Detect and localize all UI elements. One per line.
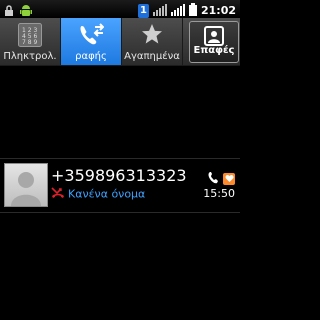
svg-text:7 8 9: 7 8 9 <box>22 39 37 46</box>
list-divider <box>0 158 240 159</box>
caller-number: +359896313323 <box>51 166 187 185</box>
contacts-button[interactable]: Επαφές <box>189 21 239 63</box>
tab-call-log-label: ραφής <box>75 51 107 62</box>
call-log-icon <box>78 23 105 51</box>
entry-actions <box>208 169 235 188</box>
message-icon[interactable] <box>223 172 235 185</box>
tab-contacts[interactable]: Επαφές <box>183 18 240 65</box>
star-icon <box>141 23 163 49</box>
call-time: 15:50 <box>203 187 235 200</box>
missed-call-icon <box>51 187 65 202</box>
tab-bar: 1 2 3 4 5 6 7 8 9 Πληκτρολ. ραφής Αγαπημ… <box>0 18 240 66</box>
avatar[interactable] <box>4 163 48 207</box>
status-bar: 1 21:02 <box>0 0 240 18</box>
caller-name-line: Κανένα όνομα <box>51 187 145 202</box>
tab-contacts-label: Επαφές <box>193 45 235 56</box>
clock: 21:02 <box>200 4 236 17</box>
tab-call-log[interactable]: ραφής <box>61 18 121 65</box>
phone-icon[interactable] <box>208 169 219 188</box>
tab-keypad-label: Πληκτρολ. <box>3 51 57 62</box>
list-divider <box>0 212 240 213</box>
default-contact-icon <box>11 172 41 206</box>
caller-name: Κανένα όνομα <box>68 187 146 201</box>
keypad-icon: 1 2 3 4 5 6 7 8 9 <box>18 23 42 51</box>
tab-keypad[interactable]: 1 2 3 4 5 6 7 8 9 Πληκτρολ. <box>0 18 60 65</box>
sim-indicator: 1 <box>137 3 149 18</box>
tab-favorites[interactable]: Αγαπημένα <box>122 18 182 65</box>
tab-favorites-label: Αγαπημένα <box>124 51 180 62</box>
call-log-entry[interactable]: +359896313323 Κανένα όνομα 15:50 <box>0 160 240 210</box>
